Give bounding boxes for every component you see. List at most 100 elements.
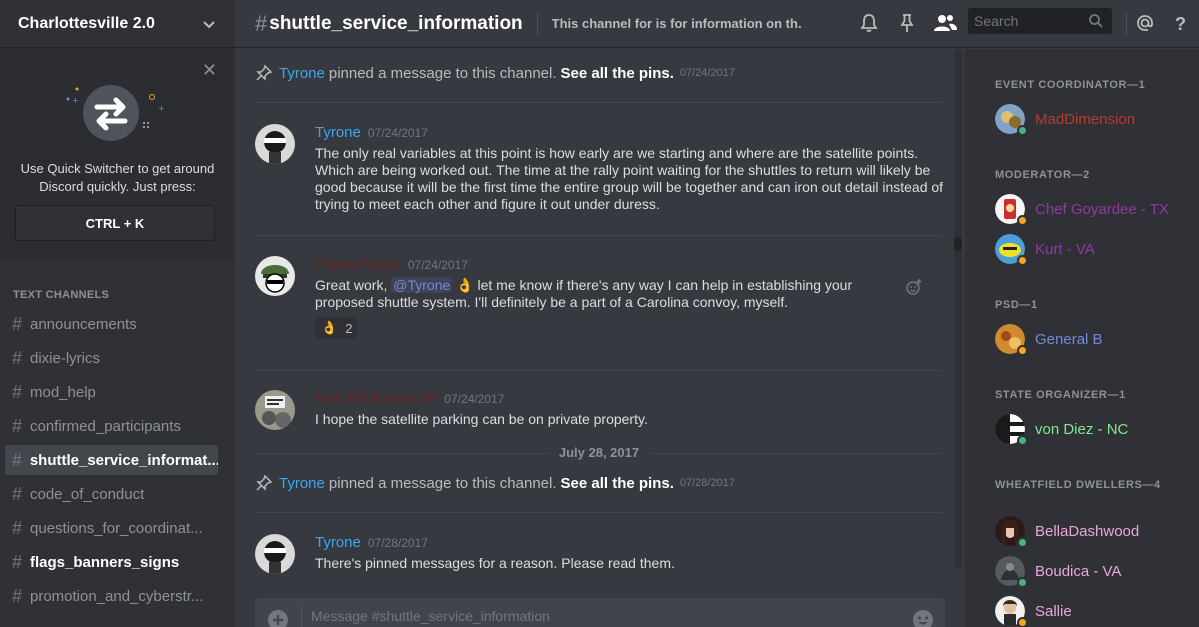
timestamp: 07/28/2017 [367,536,428,550]
member-item[interactable]: Boudica - VA [995,555,1121,588]
pin-icon [256,474,273,491]
pin-text: pinned a message to this channel. [328,64,557,82]
channel-shuttle-service-information[interactable]: # shuttle_service_informat... [5,445,218,475]
user-mention[interactable]: @Tyrone [391,277,453,293]
status-idle-icon [1017,255,1028,266]
message-author[interactable]: FashyPolack [315,256,401,273]
message-content: Great work, @Tyrone 👌 let me know if the… [315,277,875,311]
category-text-channels[interactable]: TEXT CHANNELS [0,285,235,305]
member-item[interactable]: BellaDashwood [995,515,1139,548]
member-list-icon[interactable] [932,12,958,34]
channel-title: shuttle_service_information [269,12,523,34]
timestamp: 07/24/2017 [679,67,735,79]
channel-announcements[interactable]: # announcements [5,309,218,339]
search-box[interactable] [968,8,1112,34]
date-label: July 28, 2017 [548,445,650,460]
chevron-down-icon [203,20,215,28]
message: Red Pill Nation VA 07/24/2017 I hope the… [255,390,945,430]
message-author[interactable]: Tyrone [315,534,361,551]
avatar[interactable] [255,256,295,296]
hash-icon: # [12,347,23,368]
avatar [995,104,1028,136]
upload-plus-icon[interactable] [267,609,289,627]
hash-icon: # [12,449,23,470]
status-idle-icon [1017,617,1028,627]
pin-notice: Tyrone pinned a message to this channel.… [255,474,735,492]
avatar [995,414,1028,446]
role-header: MODERATOR—2 [995,169,1090,181]
close-icon[interactable]: ✕ [202,61,217,79]
role-header: PSD—1 [995,299,1038,311]
message-author[interactable]: Red Pill Nation VA [315,390,437,407]
hash-icon: # [12,415,23,436]
member-name: Sallie [1035,602,1072,620]
role-header: STATE ORGANIZER—1 [995,389,1126,401]
message-scrollbar[interactable] [954,49,962,569]
channel-promotion-and-cyberstrike[interactable]: # promotion_and_cyberstr... [5,581,218,611]
avatar[interactable] [255,534,295,574]
pin-user[interactable]: Tyrone [279,65,325,82]
search-icon [1089,14,1103,28]
message-divider [255,512,943,513]
mentions-icon[interactable] [1134,12,1156,34]
search-input[interactable] [968,8,1078,34]
ok-hand-emoji: 👌 [456,277,474,293]
status-idle-icon [1017,215,1028,226]
svg-text:+: + [158,104,165,113]
member-item[interactable]: von Diez - NC [995,413,1128,446]
channel-flags-banners-signs[interactable]: # flags_banners_signs [5,547,218,577]
hash-icon: # [12,551,23,572]
hash-icon: # [12,483,23,504]
message: Tyrone 07/28/2017 There's pinned message… [255,534,945,574]
message-divider [255,235,943,236]
quick-switcher-notice: ✕ + + Use Quick Switcher to get around D… [0,49,235,260]
message-author[interactable]: Tyrone [315,124,361,141]
channel-code-of-conduct[interactable]: # code_of_conduct [5,479,218,509]
pin-user[interactable]: Tyrone [279,475,325,492]
help-icon[interactable]: ? [1170,12,1192,34]
add-reaction-icon[interactable] [905,278,923,296]
header-divider [536,11,538,36]
pin-text: pinned a message to this channel. [328,474,557,492]
server-header[interactable]: Charlottesville 2.0 [0,0,235,48]
see-all-pins-link[interactable]: See all the pins. [561,65,674,82]
status-idle-icon [1017,345,1028,356]
quick-switcher-shortcut[interactable]: CTRL + K [15,205,215,241]
bell-icon[interactable] [858,12,880,34]
svg-text:+: + [72,96,79,105]
reaction[interactable]: 👌 2 [315,317,359,339]
message-divider [255,102,943,103]
server-name: Charlottesville 2.0 [18,14,155,32]
channel-dixie-lyrics[interactable]: # dixie-lyrics [5,343,218,373]
member-item[interactable]: Sallie [995,595,1072,627]
member-item[interactable]: Kurt - VA [995,233,1095,266]
member-item[interactable]: Chef Goyardee - TX [995,193,1169,226]
emoji-picker-icon[interactable] [911,608,935,627]
member-item[interactable]: MadDimension [995,103,1135,136]
hash-icon: # [12,381,23,402]
message: FashyPolack 07/24/2017 Great work, @Tyro… [255,256,945,339]
scrollbar-thumb[interactable] [954,237,962,251]
channel-topic[interactable]: This channel for is for information on t… [552,16,802,31]
channel-sidebar: Charlottesville 2.0 ✕ + + Use Quick Swit… [0,0,235,627]
message: Tyrone 07/24/2017 The only real variable… [255,124,945,213]
see-all-pins-link[interactable]: See all the pins. [561,475,674,492]
pin-icon[interactable] [896,12,918,34]
hash-icon: # [12,517,23,538]
member-item[interactable]: General B [995,323,1103,356]
member-name: Chef Goyardee - TX [1035,200,1169,218]
avatar [995,194,1028,226]
message-input[interactable] [311,608,891,627]
quick-switcher-text: Use Quick Switcher to get around Discord… [20,161,215,194]
message-text: Great work, [315,277,388,293]
member-list: EVENT COORDINATOR—1 MadDimension MODERAT… [965,49,1199,627]
status-online-icon [1017,577,1028,588]
timestamp: 07/24/2017 [444,392,505,406]
avatar[interactable] [255,390,295,430]
channel-questions-for-coordinators[interactable]: # questions_for_coordinat... [5,513,218,543]
avatar[interactable] [255,124,295,164]
message-list: Tyrone pinned a message to this channel.… [235,49,960,592]
channel-confirmed-participants[interactable]: # confirmed_participants [5,411,218,441]
composer-separator [301,606,302,627]
channel-mod-help[interactable]: # mod_help [5,377,218,407]
